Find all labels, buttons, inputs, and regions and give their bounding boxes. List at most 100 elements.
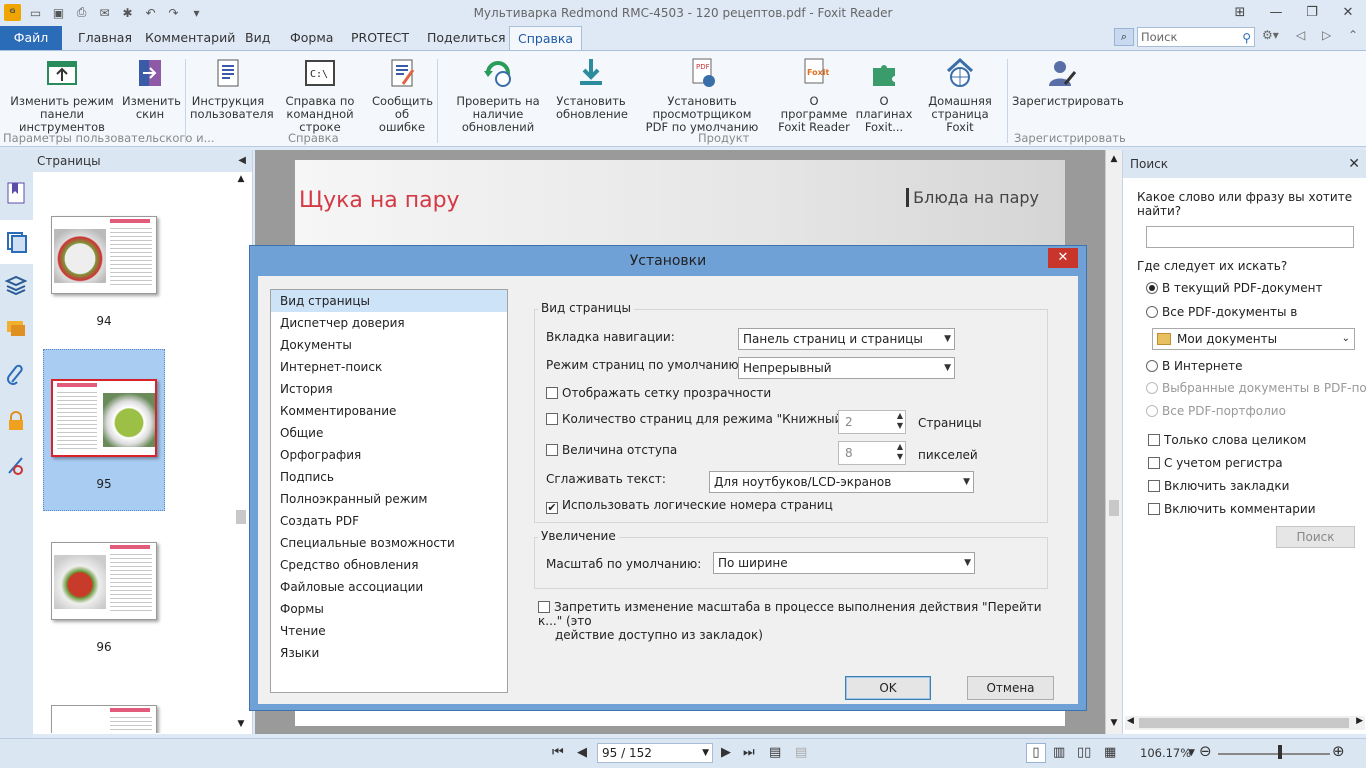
category-item[interactable]: Подпись bbox=[271, 466, 507, 488]
checkbox-include-bookmarks[interactable]: Включить закладки bbox=[1148, 479, 1289, 493]
book-pages-stepper[interactable]: 2 ▲ ▼ bbox=[838, 410, 906, 434]
cancel-button[interactable]: Отмена bbox=[967, 676, 1054, 700]
tab-view[interactable]: Вид bbox=[237, 26, 278, 50]
thumbnail-page-96[interactable]: 96 bbox=[43, 542, 165, 654]
checkbox[interactable] bbox=[546, 387, 558, 399]
settings-icon[interactable]: ⚙▾ bbox=[1262, 28, 1279, 42]
checkbox[interactable] bbox=[546, 444, 558, 456]
checkbox[interactable] bbox=[1148, 457, 1160, 469]
checkbox-match-case[interactable]: С учетом регистра bbox=[1148, 456, 1283, 470]
stepper-arrows-icon[interactable]: ▲ ▼ bbox=[897, 442, 903, 462]
category-item[interactable]: Общие bbox=[271, 422, 507, 444]
tab-help[interactable]: Справка bbox=[509, 26, 583, 50]
checkbox[interactable] bbox=[538, 601, 550, 613]
pages-icon[interactable] bbox=[0, 220, 33, 264]
register-button[interactable]: Зарегистрировать bbox=[1012, 57, 1124, 108]
tab-comment[interactable]: Комментарий bbox=[137, 26, 243, 50]
last-page-icon[interactable]: ⏭ bbox=[743, 745, 755, 760]
tab-form[interactable]: Форма bbox=[282, 26, 341, 50]
previous-page-icon[interactable]: ◀ bbox=[577, 745, 587, 760]
search-phrase-input[interactable] bbox=[1146, 226, 1354, 248]
category-item[interactable]: Комментирование bbox=[271, 400, 507, 422]
next-page-icon[interactable]: ▶ bbox=[721, 745, 731, 760]
category-item[interactable]: Вид страницы bbox=[271, 290, 507, 312]
install-update-button[interactable]: Установить обновление bbox=[556, 57, 628, 121]
folder-select[interactable]: Мои документы ⌄ bbox=[1152, 328, 1355, 350]
continuous-icon[interactable]: ▥ bbox=[1053, 745, 1065, 760]
checkbox[interactable] bbox=[1148, 434, 1160, 446]
close-button[interactable]: ✕ bbox=[1330, 0, 1366, 24]
single-page-icon[interactable]: ▯ bbox=[1026, 743, 1046, 763]
scroll-thumb[interactable] bbox=[1109, 500, 1119, 516]
zoom-slider[interactable] bbox=[1218, 753, 1330, 755]
scroll-thumb[interactable] bbox=[1139, 718, 1349, 728]
category-item[interactable]: Документы bbox=[271, 334, 507, 356]
facing-icon[interactable]: ▯▯ bbox=[1077, 745, 1091, 760]
collapse-panel-icon[interactable]: ◀ bbox=[238, 150, 246, 172]
about-button[interactable]: Foxit О программе Foxit Reader bbox=[778, 57, 850, 134]
security-icon[interactable] bbox=[4, 408, 28, 434]
ribbon-toggle-icon[interactable]: ⊞ bbox=[1222, 0, 1258, 24]
ok-button[interactable]: OK bbox=[845, 676, 931, 700]
checkbox[interactable] bbox=[546, 413, 558, 425]
category-item[interactable]: Создать PDF bbox=[271, 510, 507, 532]
category-item[interactable]: Полноэкранный режим bbox=[271, 488, 507, 510]
checkbox-whole-words[interactable]: Только слова целиком bbox=[1148, 433, 1306, 447]
category-item[interactable]: Формы bbox=[271, 598, 507, 620]
book-pages-option[interactable]: Количество страниц для режима "Книжный" bbox=[546, 412, 848, 426]
set-default-viewer-button[interactable]: PDF Установить просмотрщиком PDF по умолч… bbox=[628, 57, 776, 134]
option-internet[interactable]: В Интернете bbox=[1146, 359, 1242, 373]
zoom-slider-handle[interactable] bbox=[1278, 745, 1282, 759]
tab-share[interactable]: Поделиться bbox=[419, 26, 514, 50]
thumbnail-page-95[interactable]: 95 bbox=[43, 379, 165, 491]
radio-button[interactable] bbox=[1146, 360, 1158, 372]
indent-stepper[interactable]: 8 ▲ ▼ bbox=[838, 441, 906, 465]
search-input[interactable]: Поиск ⚲ bbox=[1137, 27, 1255, 47]
zoom-out-icon[interactable]: ⊖ bbox=[1199, 742, 1212, 760]
radio-button[interactable] bbox=[1146, 306, 1158, 318]
category-item[interactable]: Чтение bbox=[271, 620, 507, 642]
smooth-text-select[interactable]: Для ноутбуков/LCD-экранов ▼ bbox=[709, 471, 974, 493]
tab-home[interactable]: Главная bbox=[70, 26, 140, 50]
scroll-up-icon[interactable]: ▲ bbox=[234, 174, 248, 184]
previous-view-icon[interactable]: ▤ bbox=[769, 745, 781, 760]
category-item[interactable]: Специальные возможности bbox=[271, 532, 507, 554]
thumbnail-page-97[interactable] bbox=[43, 705, 165, 733]
minimize-button[interactable]: — bbox=[1258, 0, 1294, 24]
check-updates-button[interactable]: Проверить на наличие обновлений bbox=[442, 57, 554, 134]
scroll-down-icon[interactable]: ▼ bbox=[1106, 718, 1122, 728]
category-item[interactable]: Орфография bbox=[271, 444, 507, 466]
forward-icon[interactable]: ▷ bbox=[1322, 28, 1331, 42]
page-mode-select[interactable]: Непрерывный ▼ bbox=[738, 357, 955, 379]
checkbox-checked[interactable]: ✔ bbox=[546, 502, 558, 514]
first-page-icon[interactable]: ⏮ bbox=[552, 745, 564, 760]
pages-scrollbar[interactable]: ▲ ▼ bbox=[234, 174, 248, 734]
dialog-close-button[interactable]: ✕ bbox=[1048, 248, 1078, 268]
zoom-in-icon[interactable]: ⊕ bbox=[1332, 742, 1345, 760]
toolbar-mode-button[interactable]: Изменить режим панели инструментов bbox=[4, 57, 120, 134]
checkbox-include-comments[interactable]: Включить комментарии bbox=[1148, 502, 1316, 516]
document-scrollbar[interactable]: ▲ ▼ bbox=[1105, 150, 1122, 734]
stepper-arrows-icon[interactable]: ▲ ▼ bbox=[897, 411, 903, 431]
option-current-document[interactable]: В текущий PDF-документ bbox=[1146, 281, 1322, 295]
comments-icon[interactable] bbox=[4, 316, 28, 342]
search-hscrollbar[interactable]: ◀ ▶ bbox=[1125, 716, 1365, 730]
page-number-input[interactable]: 95 / 152 ▼ bbox=[597, 743, 713, 763]
category-item[interactable]: Файловые ассоциации bbox=[271, 576, 507, 598]
indent-option[interactable]: Величина отступа bbox=[546, 443, 677, 457]
about-plugins-button[interactable]: О плагинах Foxit... bbox=[852, 57, 916, 134]
checkbox[interactable] bbox=[1148, 480, 1160, 492]
logical-page-numbers-option[interactable]: ✔ Использовать логические номера страниц bbox=[546, 498, 833, 514]
bookmarks-icon[interactable] bbox=[4, 180, 28, 206]
homepage-button[interactable]: Домашняя страница Foxit bbox=[918, 57, 1002, 134]
category-item[interactable]: Средство обновления bbox=[271, 554, 507, 576]
signatures-icon[interactable] bbox=[4, 452, 28, 478]
maximize-button[interactable]: ❐ bbox=[1294, 0, 1330, 24]
nav-tab-select[interactable]: Панель страниц и страницы ▼ bbox=[738, 328, 955, 350]
search-mode-icon[interactable]: ⌕ bbox=[1114, 28, 1134, 46]
radio-button[interactable] bbox=[1146, 282, 1158, 294]
scroll-thumb[interactable] bbox=[236, 510, 246, 524]
close-icon[interactable]: ✕ bbox=[1348, 150, 1360, 178]
category-item[interactable]: Диспетчер доверия bbox=[271, 312, 507, 334]
search-button[interactable]: Поиск bbox=[1276, 526, 1355, 548]
